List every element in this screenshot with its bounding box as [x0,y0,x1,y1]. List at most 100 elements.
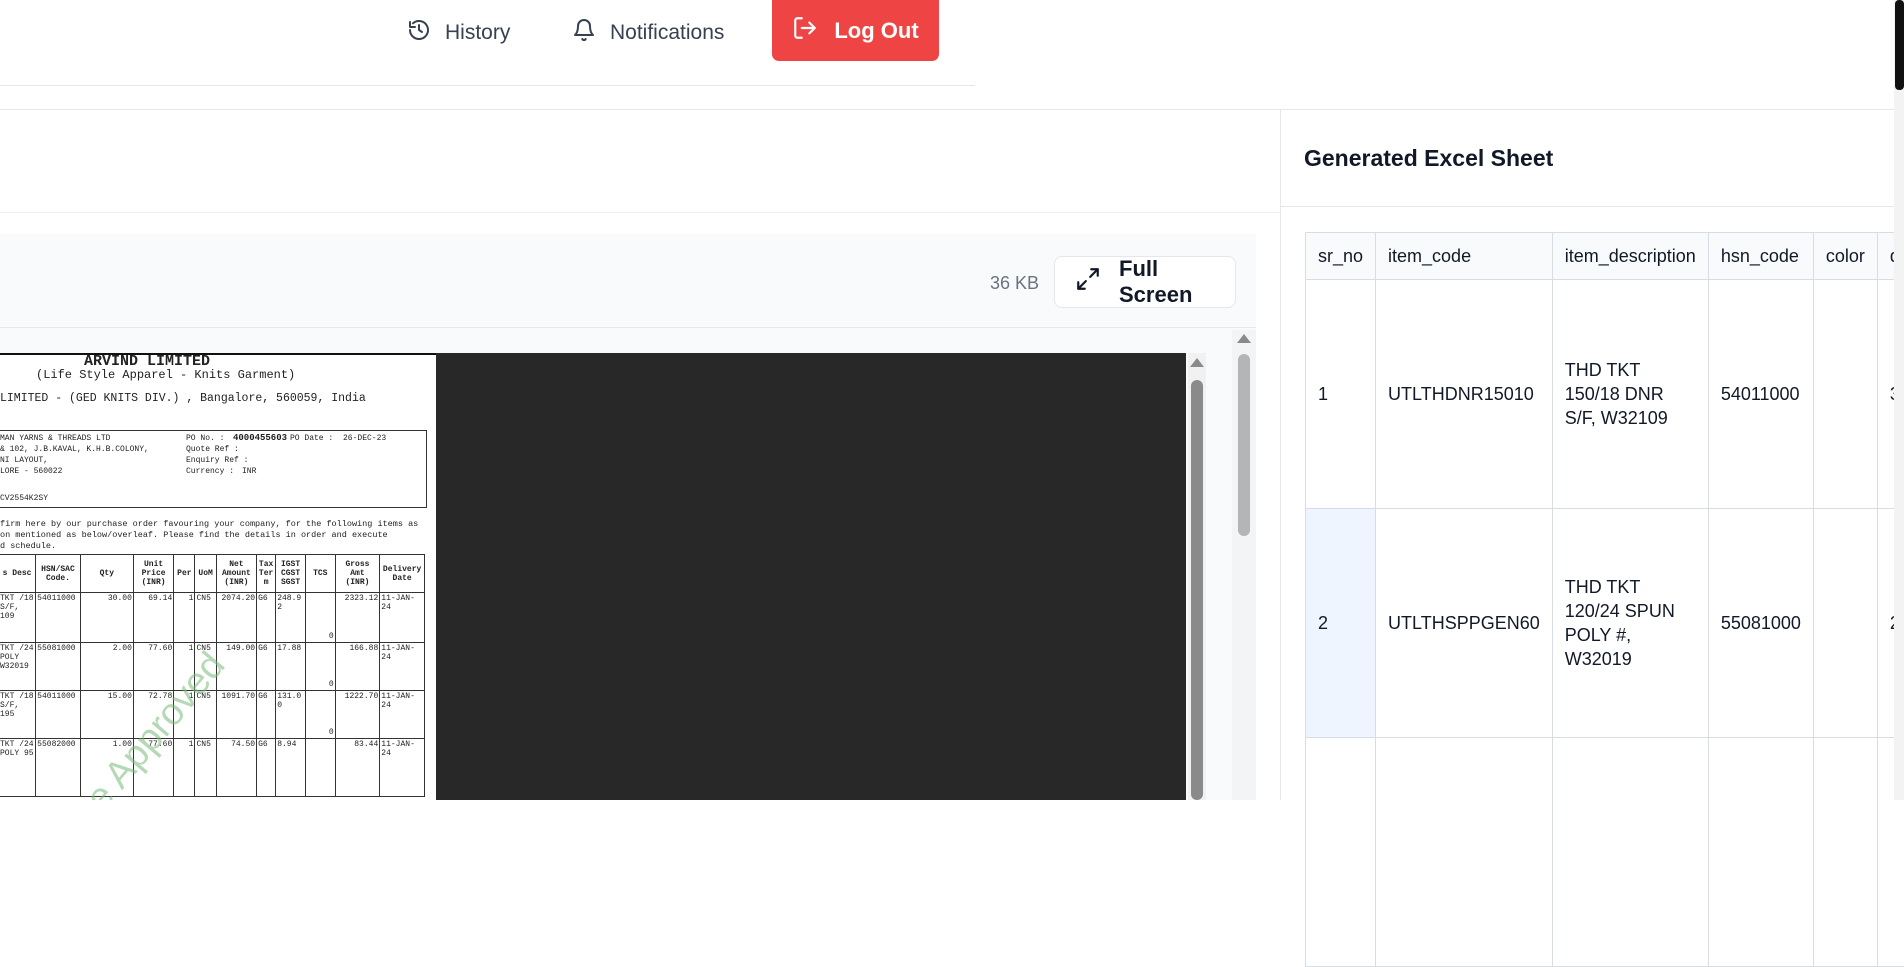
po-cell: 0 [305,643,335,691]
po-cell: G6 [257,643,276,691]
section-divider [0,212,1280,213]
excel-cell[interactable] [1306,738,1376,967]
po-date: 26-DEC-23 [343,434,386,443]
po-cell: 166.88 [335,643,380,691]
purchase-order-page: ARVIND LIMITED (Life Style Apparel - Kni… [0,353,436,800]
po-cell: 1091.70 [216,691,256,739]
po-cell: 11-JAN- 24 [380,643,425,691]
page-scrollbar-track[interactable] [1894,0,1904,800]
po-col-header: Per [174,555,195,593]
excel-row[interactable]: 2 UTLTHSPPGEN60 THD TKT 120/24 SPUN POLY… [1306,509,1904,738]
logout-icon [792,15,818,47]
excel-cell-item-code[interactable]: UTLTHDNR15010 [1376,280,1553,509]
pdf-background [436,353,1186,800]
excel-cell[interactable] [1376,738,1553,967]
excel-panel-divider [1281,206,1904,207]
excel-cell-color[interactable] [1813,509,1877,738]
po-cell [305,739,335,797]
po-cell: 55082000 [36,739,81,797]
po-cell: 0 [305,593,335,643]
po-col-header: Net Amount (INR) [216,555,256,593]
excel-cell-sr-no[interactable]: 1 [1306,280,1376,509]
po-col-header: TCS [305,555,335,593]
pdf-scroll-up-icon[interactable] [1190,358,1204,367]
po-cell: 55081000 [36,643,81,691]
page-scrollbar-thumb[interactable] [1895,0,1904,90]
page-top-rule [0,353,436,355]
viewer-scrollbar-thumb[interactable] [1238,354,1250,536]
full-screen-label: Full Screen [1119,256,1235,308]
po-cell: 11-JAN- 24 [380,593,425,643]
excel-col-header: sr_no [1306,233,1376,280]
intro-line: d schedule. [0,541,56,551]
gstin: CV2554K2SY [0,494,48,503]
excel-table: sr_no item_code item_description hsn_cod… [1305,232,1904,967]
po-cell: G6 [257,691,276,739]
excel-panel-title: Generated Excel Sheet [1304,145,1553,172]
history-label: History [445,21,510,45]
currency-label: Currency : [186,467,234,476]
po-cell: CN5 [195,739,216,797]
excel-col-header: item_description [1552,233,1708,280]
excel-cell-color[interactable] [1813,280,1877,509]
po-cell: 1222.70 [335,691,380,739]
po-cell: 30.00 [80,593,133,643]
history-clock-icon [407,18,431,48]
enquiry-ref-label: Enquiry Ref : [186,456,248,465]
po-col-header: Unit Price (INR) [133,555,173,593]
po-cell: CN5 [195,593,216,643]
po-col-header: Gross Amt (INR) [335,555,380,593]
excel-cell-hsn-code[interactable]: 54011000 [1708,280,1813,509]
doc-division: (Life Style Apparel - Knits Garment) [36,368,295,382]
doc-address: LIMITED - (GED KNITS DIV.) , Bangalore, … [0,392,366,405]
po-col-header: Qty [80,555,133,593]
excel-col-header: color [1813,233,1877,280]
po-cell: G6 [257,739,276,797]
intro-line: on mentioned as below/overleaf. Please f… [0,530,388,540]
viewer-divider [0,327,1256,328]
po-cell: TKT /24 POLY W32019 [0,643,36,691]
history-link[interactable]: History [407,16,510,50]
po-row: TKT /18 S/F, 109 54011000 30.00 69.14 1 … [0,593,425,643]
full-screen-button[interactable]: Full Screen [1054,256,1236,308]
po-cell: 54011000 [36,691,81,739]
expand-icon [1075,266,1101,298]
logout-button[interactable]: Log Out [772,0,939,61]
pdf-scrollbar-thumb[interactable] [1191,380,1203,800]
currency: INR [242,467,256,476]
excel-header-row: sr_no item_code item_description hsn_cod… [1306,233,1904,280]
excel-row[interactable] [1306,738,1904,967]
file-size: 36 KB [990,273,1039,294]
viewer-scroll-up-icon[interactable] [1237,334,1251,343]
excel-cell[interactable] [1552,738,1708,967]
po-cell: 83.44 [335,739,380,797]
po-cell: 131.0 0 [276,691,306,739]
excel-cell-sr-no[interactable]: 2 [1306,509,1376,738]
vendor-line: MAN YARNS & THREADS LTD [0,434,110,443]
po-col-header: Tax Ter m [257,555,276,593]
excel-cell-item-description[interactable]: THD TKT 150/18 DNR S/F, W32109 [1552,280,1708,509]
po-cell: G6 [257,593,276,643]
po-col-header: HSN/SAC Code. [36,555,81,593]
po-cell: 1 [174,739,195,797]
excel-row[interactable]: 1 UTLTHDNR15010 THD TKT 150/18 DNR S/F, … [1306,280,1904,509]
logout-label: Log Out [834,18,918,44]
po-col-header: Delivery Date [380,555,425,593]
po-cell: 2.00 [80,643,133,691]
excel-cell-item-code[interactable]: UTLTHSPPGEN60 [1376,509,1553,738]
po-no-label: PO No. : [186,434,224,443]
po-col-header: IGST CGST SGST [276,555,306,593]
po-cell: 0 [305,691,335,739]
excel-col-header: item_code [1376,233,1553,280]
quote-ref-label: Quote Ref : [186,445,239,454]
excel-cell[interactable] [1708,738,1813,967]
excel-cell[interactable] [1813,738,1877,967]
excel-cell-item-description[interactable]: THD TKT 120/24 SPUN POLY #, W32019 [1552,509,1708,738]
po-cell: TKT /18 S/F, 109 [0,593,36,643]
po-cell: TKT /18 S/F, 195 [0,691,36,739]
notifications-link[interactable]: Notifications [572,16,724,50]
excel-cell-hsn-code[interactable]: 55081000 [1708,509,1813,738]
po-cell: 74.50 [216,739,256,797]
po-cell: 15.00 [80,691,133,739]
po-no: 4000455603 [233,433,287,443]
